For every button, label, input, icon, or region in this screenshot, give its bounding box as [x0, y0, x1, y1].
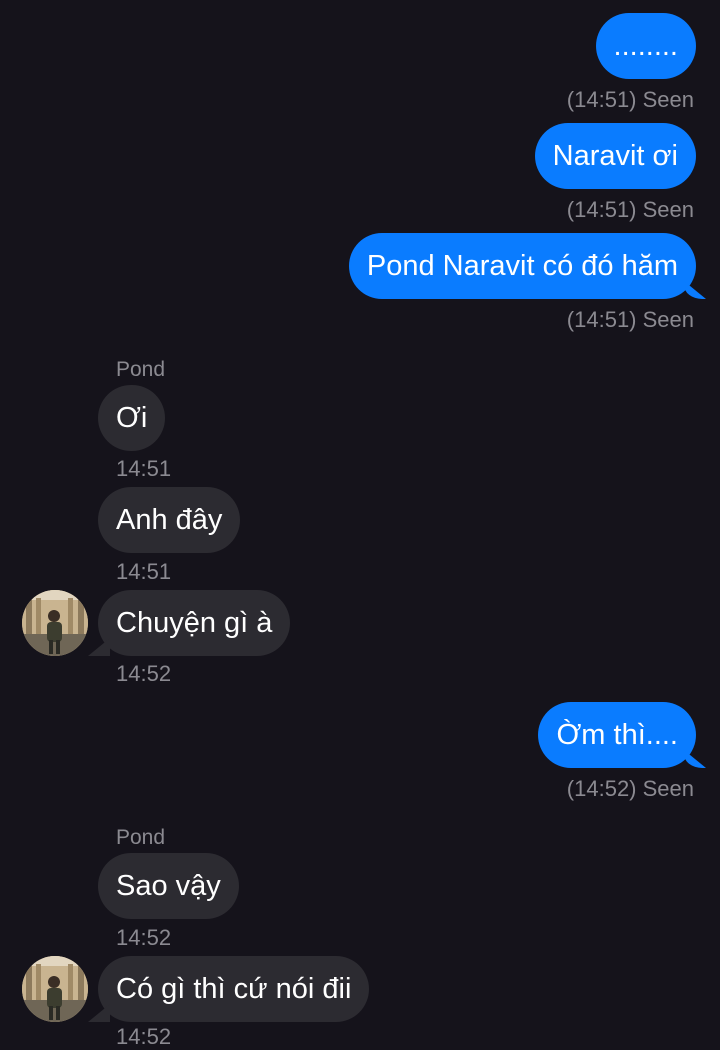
- message-text: Ơi: [116, 402, 148, 434]
- message-status: (14:52) Seen: [566, 776, 694, 801]
- message-time: 14:52: [116, 661, 172, 686]
- message-text: Chuyện gì à: [116, 607, 273, 639]
- message-text: Anh đây: [116, 504, 223, 536]
- profile-photo-avatar[interactable]: [22, 956, 88, 1022]
- outgoing-message-bubble[interactable]: ........: [595, 13, 696, 79]
- incoming-message-bubble[interactable]: Anh đây: [98, 487, 241, 553]
- avatar-photo-icon: [22, 956, 88, 1022]
- message-status: (14:51) Seen: [566, 197, 694, 222]
- message-text: Có gì thì cứ nói đii: [116, 973, 352, 1005]
- message-text: Ờm thì....: [556, 719, 678, 751]
- incoming-message-bubble[interactable]: Chuyện gì à: [98, 590, 291, 656]
- outgoing-message-bubble[interactable]: Ờm thì....: [538, 702, 696, 768]
- incoming-message-bubble[interactable]: Sao vậy: [98, 853, 239, 919]
- message-time: 14:51: [116, 456, 172, 481]
- message-status: (14:51) Seen: [566, 87, 694, 112]
- outgoing-message-bubble[interactable]: Pond Naravit có đó hăm: [348, 233, 696, 299]
- message-status: (14:51) Seen: [566, 307, 694, 332]
- message-text: ........: [613, 30, 678, 62]
- avatar-photo-icon: [22, 590, 88, 656]
- incoming-message-bubble[interactable]: Có gì thì cứ nói đii: [98, 956, 370, 1022]
- message-text: Pond Naravit có đó hăm: [366, 250, 678, 282]
- message-text: Sao vậy: [116, 870, 221, 902]
- incoming-message-bubble[interactable]: Ơi: [98, 385, 166, 451]
- profile-photo-avatar[interactable]: [22, 590, 88, 656]
- message-text: Naravit ơi: [552, 140, 678, 172]
- message-time: 14:52: [116, 1024, 172, 1049]
- sender-name: Pond: [116, 358, 166, 381]
- sender-name: Pond: [116, 826, 166, 849]
- outgoing-message-bubble[interactable]: Naravit ơi: [534, 123, 696, 189]
- message-time: 14:52: [116, 925, 172, 950]
- message-time: 14:51: [116, 559, 172, 584]
